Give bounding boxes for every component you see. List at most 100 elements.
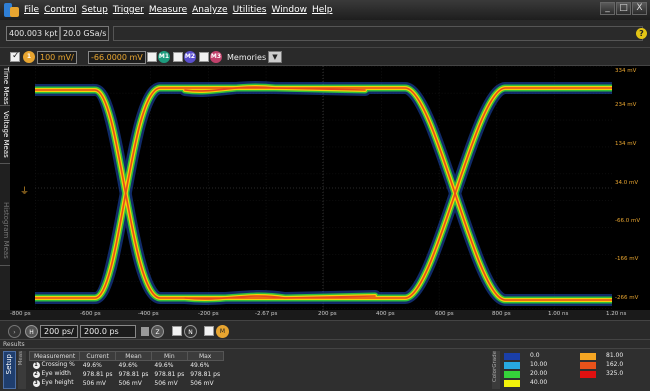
channel1-scale-field[interactable]: 100 mV/: [37, 51, 77, 64]
minimize-button[interactable]: _: [600, 2, 615, 15]
meas-tab[interactable]: Meas: [18, 351, 26, 389]
close-button[interactable]: X: [632, 2, 647, 15]
math3-checkbox[interactable]: [199, 52, 209, 62]
meas-min: 506 mV: [154, 379, 178, 387]
color-swatch: [580, 362, 596, 369]
math3-badge[interactable]: M3: [210, 51, 222, 63]
x-tick-label: 200 ps: [318, 311, 337, 317]
marker-checkbox[interactable]: [204, 326, 214, 336]
navigate-badge[interactable]: N: [184, 325, 197, 338]
table-row[interactable]: 2 Eye width 978.81 ps 978.81 ps 978.81 ps…: [30, 370, 224, 379]
meas-current: 506 mV: [82, 379, 107, 387]
x-tick-label: 800 ps: [492, 311, 511, 317]
color-swatch: [504, 371, 520, 378]
menu-measure[interactable]: Measure: [149, 5, 187, 15]
tab-voltage-meas[interactable]: Voltage Meas: [0, 106, 10, 164]
zoom-badge[interactable]: Z: [151, 325, 164, 338]
x-tick-label: -2.67 ps: [255, 311, 278, 317]
meas-min: 49.6%: [154, 361, 174, 369]
app-logo-icon[interactable]: [4, 3, 20, 17]
x-tick-label: 600 ps: [435, 311, 454, 317]
navigate-checkbox[interactable]: [172, 326, 182, 336]
y-tick-label: 334 mV: [615, 68, 637, 74]
col-max[interactable]: Max: [186, 351, 224, 361]
row-number-icon: 3: [32, 380, 40, 387]
math1-checkbox[interactable]: [147, 52, 157, 62]
x-tick-label: 1.00 ns: [548, 311, 569, 317]
expand-icon[interactable]: ›: [8, 325, 21, 338]
x-axis: -800 ps -600 ps -400 ps -200 ps -2.67 ps…: [10, 310, 650, 320]
x-tick-label: 400 ps: [376, 311, 395, 317]
timebase-position-field[interactable]: 200.0 ps: [80, 325, 136, 338]
color-value: 10.00: [530, 361, 548, 368]
marker-badge[interactable]: M: [216, 325, 229, 338]
color-swatch: [580, 371, 596, 378]
x-tick-label: -600 ps: [80, 311, 101, 317]
meas-mean: 506 mV: [118, 379, 142, 387]
x-tick-label: 1.20 ns: [606, 311, 627, 317]
eye-diagram: [29, 66, 618, 310]
help-icon[interactable]: ?: [636, 28, 647, 39]
color-value: 325.0: [606, 370, 624, 377]
sample-rate-field[interactable]: 20.0 GSa/s: [60, 26, 110, 41]
timebase-bar: › H 200 ps/ 200.0 ps Z N M: [0, 320, 650, 340]
y-tick-label: 134 mV: [615, 141, 637, 147]
table-row[interactable]: 1 Crossing % 49.6% 49.6% 49.6% 49.6%: [30, 361, 224, 370]
channel1-offset-field[interactable]: -66.0000 mV: [88, 51, 146, 64]
col-min[interactable]: Min: [150, 351, 188, 361]
tab-time-meas[interactable]: Time Meas: [0, 66, 10, 106]
math2-badge[interactable]: M2: [184, 51, 196, 63]
maximize-button[interactable]: □: [616, 2, 631, 15]
meas-name: Crossing %: [41, 361, 75, 369]
menu-window[interactable]: Window: [271, 5, 307, 15]
table-row[interactable]: 3 Eye height 506 mV 506 mV 506 mV 506 mV: [30, 379, 224, 388]
menu-utilities[interactable]: Utilities: [233, 5, 267, 15]
row-number-icon: 2: [32, 371, 40, 378]
meas-name: Eye width: [41, 370, 71, 377]
col-current[interactable]: Current: [79, 351, 117, 361]
ground-marker-icon[interactable]: ⏚: [20, 184, 29, 197]
meas-max: 49.6%: [190, 361, 210, 369]
meas-mean: 978.81 ps: [118, 370, 149, 378]
col-measurement[interactable]: Measurement: [28, 351, 81, 361]
x-tick-label: -800 ps: [10, 311, 31, 317]
menu-analyze[interactable]: Analyze: [192, 5, 227, 15]
zoom-checkbox[interactable]: [141, 327, 149, 336]
measurement-table: Measurement Current Mean Min Max 1 Crossi…: [28, 351, 224, 388]
channel1-checkbox[interactable]: [10, 51, 20, 62]
row-number-icon: 1: [32, 362, 40, 370]
color-value: 0.0: [530, 352, 540, 359]
math1-badge[interactable]: M1: [158, 51, 170, 63]
x-tick-label: -200 ps: [198, 311, 219, 317]
menu-file[interactable]: File: [24, 5, 39, 15]
menu-control[interactable]: Control: [44, 5, 77, 15]
color-grade-tab[interactable]: ColorGrade: [492, 351, 500, 389]
meas-min: 978.81 ps: [154, 370, 185, 378]
tab-histogram-meas[interactable]: Histogram Meas: [0, 196, 10, 266]
timebase-scale-field[interactable]: 200 ps/: [40, 325, 78, 338]
memories-label: Memories: [227, 53, 267, 62]
menu-setup[interactable]: Setup: [82, 5, 108, 15]
y-tick-label: 34.0 mV: [615, 180, 639, 186]
setup-tab[interactable]: Setup: [3, 351, 16, 389]
menu-trigger[interactable]: Trigger: [113, 5, 144, 15]
col-mean[interactable]: Mean: [115, 351, 152, 361]
y-tick-label: 234 mV: [615, 102, 637, 108]
results-header: Results: [0, 340, 650, 349]
memory-depth-field[interactable]: 400.003 kpt: [6, 26, 61, 41]
color-swatch: [504, 362, 520, 369]
color-grade-panel: ColorGrade 0.0 10.00 20.00 40.00 81.00 1…: [492, 351, 650, 389]
color-swatch: [504, 353, 520, 360]
memories-dropdown-icon[interactable]: ▼: [268, 51, 282, 63]
channel1-badge[interactable]: 1: [23, 51, 35, 63]
waveform-display[interactable]: [29, 66, 618, 310]
y-tick-label: -166 mV: [615, 256, 639, 262]
meas-current: 978.81 ps: [82, 370, 113, 378]
horizontal-badge[interactable]: H: [25, 325, 38, 338]
x-tick-label: -400 ps: [138, 311, 159, 317]
math2-checkbox[interactable]: [173, 52, 183, 62]
left-gutter: ⏚: [10, 66, 35, 310]
meas-mean: 49.6%: [118, 361, 138, 369]
menu-help[interactable]: Help: [312, 5, 333, 15]
y-tick-label: -66.0 mV: [615, 218, 641, 224]
